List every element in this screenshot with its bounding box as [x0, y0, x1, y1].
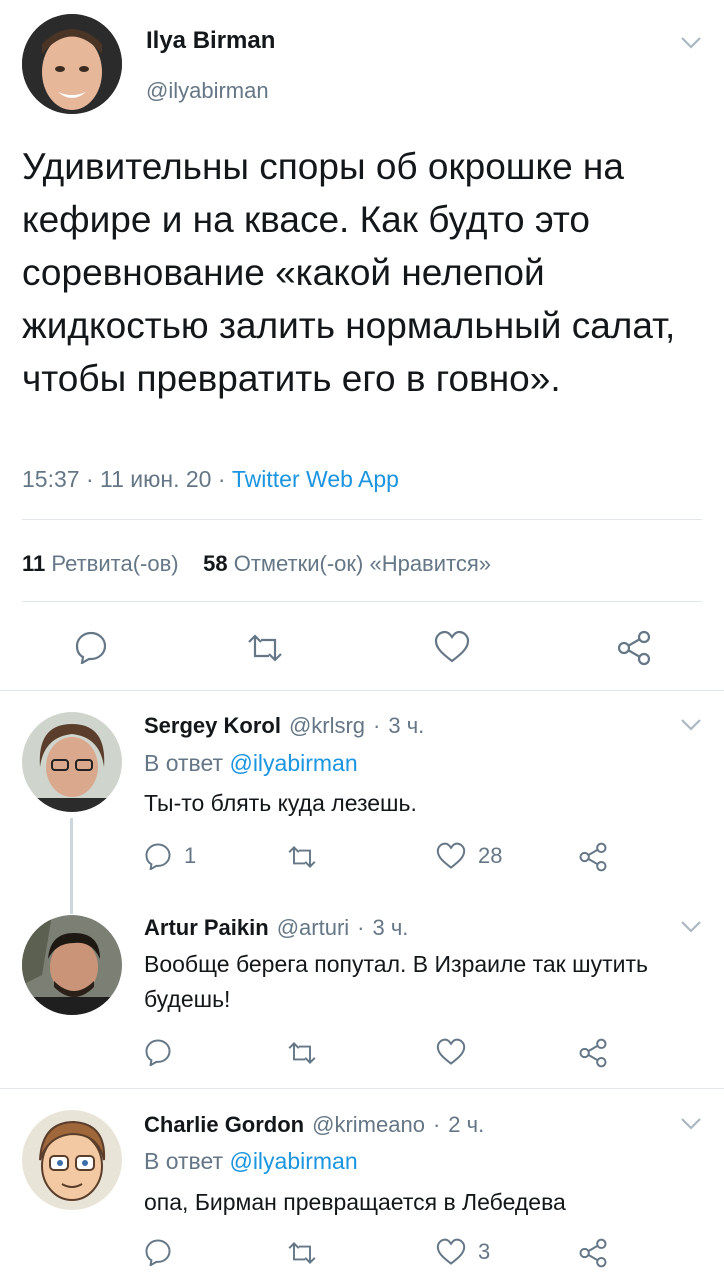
reply-header: Artur Paikin @arturi · 3 ч. [144, 915, 408, 941]
reply-avatar[interactable] [22, 915, 122, 1015]
thread-line [70, 818, 73, 914]
retweet-stat[interactable]: 11 Ретвита(-ов) [22, 551, 185, 576]
tweet-date: 11 июн. 20 [100, 466, 212, 492]
replying-prefix: В ответ [144, 1148, 224, 1174]
separator: · [432, 1112, 441, 1137]
like-icon [436, 842, 466, 870]
author-handle[interactable]: @ilyabirman [146, 78, 269, 104]
like-stat[interactable]: 58 Отметки(-ок) «Нравится» [203, 551, 491, 576]
reply-author-handle[interactable]: @krlsrg [289, 713, 365, 739]
reply-text: Ты-то блять куда лезешь. [144, 790, 417, 816]
tweet-time: 15:37 [22, 466, 80, 492]
like-icon [436, 1238, 466, 1266]
separator: · [357, 915, 365, 940]
replying-prefix: В ответ [144, 750, 224, 776]
retweet-button[interactable] [286, 844, 330, 870]
reply-time[interactable]: 2 ч. [448, 1112, 484, 1138]
chevron-down-icon[interactable] [680, 718, 702, 732]
share-icon[interactable] [616, 630, 652, 666]
reply-author-name[interactable]: Charlie Gordon [144, 1112, 304, 1138]
reply-icon [144, 1238, 172, 1266]
replying-to-handle[interactable]: @ilyabirman [229, 750, 357, 776]
retweet-icon[interactable] [245, 632, 285, 664]
retweet-label: Ретвита(-ов) [51, 551, 179, 576]
chevron-down-icon[interactable] [680, 920, 702, 934]
separator: · [373, 713, 381, 738]
separator: · [217, 466, 226, 492]
like-button[interactable] [436, 1038, 478, 1066]
tweet-text: Удивительны споры об окрошке на кефире и… [22, 146, 676, 399]
reply-time[interactable]: 3 ч. [373, 915, 409, 941]
tweet-timestamp: 15:37 · 11 июн. 20 · Twitter Web App [22, 466, 399, 493]
retweet-count: 11 [22, 551, 46, 576]
like-button[interactable]: 28 [436, 842, 502, 870]
like-button[interactable]: 3 [436, 1238, 490, 1266]
tweet-source-link[interactable]: Twitter Web App [232, 466, 399, 492]
retweet-icon [286, 1040, 318, 1066]
reply-text: Вообще берега попутал. В Израиле так шут… [144, 951, 648, 1012]
like-count: 58 [203, 551, 228, 576]
reply-icon [144, 1038, 172, 1066]
reply-count: 1 [184, 843, 197, 868]
author-name[interactable]: Ilya Birman [146, 27, 275, 55]
like-label: Отметки(-ок) «Нравится» [233, 551, 492, 576]
chevron-down-icon[interactable] [680, 1117, 702, 1131]
reply-author-handle[interactable]: @arturi [277, 915, 349, 941]
reply-avatar[interactable] [22, 712, 122, 812]
section-divider [0, 690, 724, 691]
author-avatar[interactable] [22, 14, 122, 114]
reply-header: Sergey Korol @krlsrg · 3 ч. [144, 713, 424, 739]
reply-button[interactable] [144, 1038, 184, 1066]
chevron-down-icon[interactable] [680, 36, 702, 50]
tweet-stats: 11 Ретвита(-ов) 58 Отметки(-ок) «Нравитс… [22, 551, 491, 577]
reply-button[interactable]: 1 [144, 842, 196, 870]
replying-to: В ответ @ilyabirman [144, 1148, 358, 1175]
like-icon[interactable] [434, 630, 470, 664]
reply-text: опа, Бирман превращается в Лебедева [144, 1189, 566, 1215]
reply-author-name[interactable]: Sergey Korol [144, 713, 281, 739]
like-icon [436, 1038, 466, 1066]
retweet-icon [286, 1240, 318, 1266]
like-count: 3 [478, 1239, 491, 1264]
replying-to-handle[interactable]: @ilyabirman [229, 1148, 357, 1174]
section-divider [0, 1088, 724, 1089]
reply-time[interactable]: 3 ч. [388, 713, 424, 739]
share-icon[interactable] [578, 1038, 608, 1068]
retweet-button[interactable] [286, 1040, 330, 1066]
retweet-button[interactable] [286, 1240, 330, 1266]
share-icon[interactable] [578, 842, 608, 872]
reply-icon [144, 842, 172, 870]
replying-to: В ответ @ilyabirman [144, 750, 358, 777]
divider [22, 519, 702, 520]
reply-author-handle[interactable]: @krimeano [312, 1112, 425, 1138]
divider [22, 601, 702, 602]
reply-avatar[interactable] [22, 1110, 122, 1210]
reply-header: Charlie Gordon @krimeano · 2 ч. [144, 1112, 484, 1138]
reply-icon[interactable] [74, 630, 108, 664]
separator: · [85, 466, 94, 492]
like-count: 28 [478, 843, 503, 868]
share-icon[interactable] [578, 1238, 608, 1268]
reply-button[interactable] [144, 1238, 184, 1266]
retweet-icon [286, 844, 318, 870]
reply-author-name[interactable]: Artur Paikin [144, 915, 269, 941]
